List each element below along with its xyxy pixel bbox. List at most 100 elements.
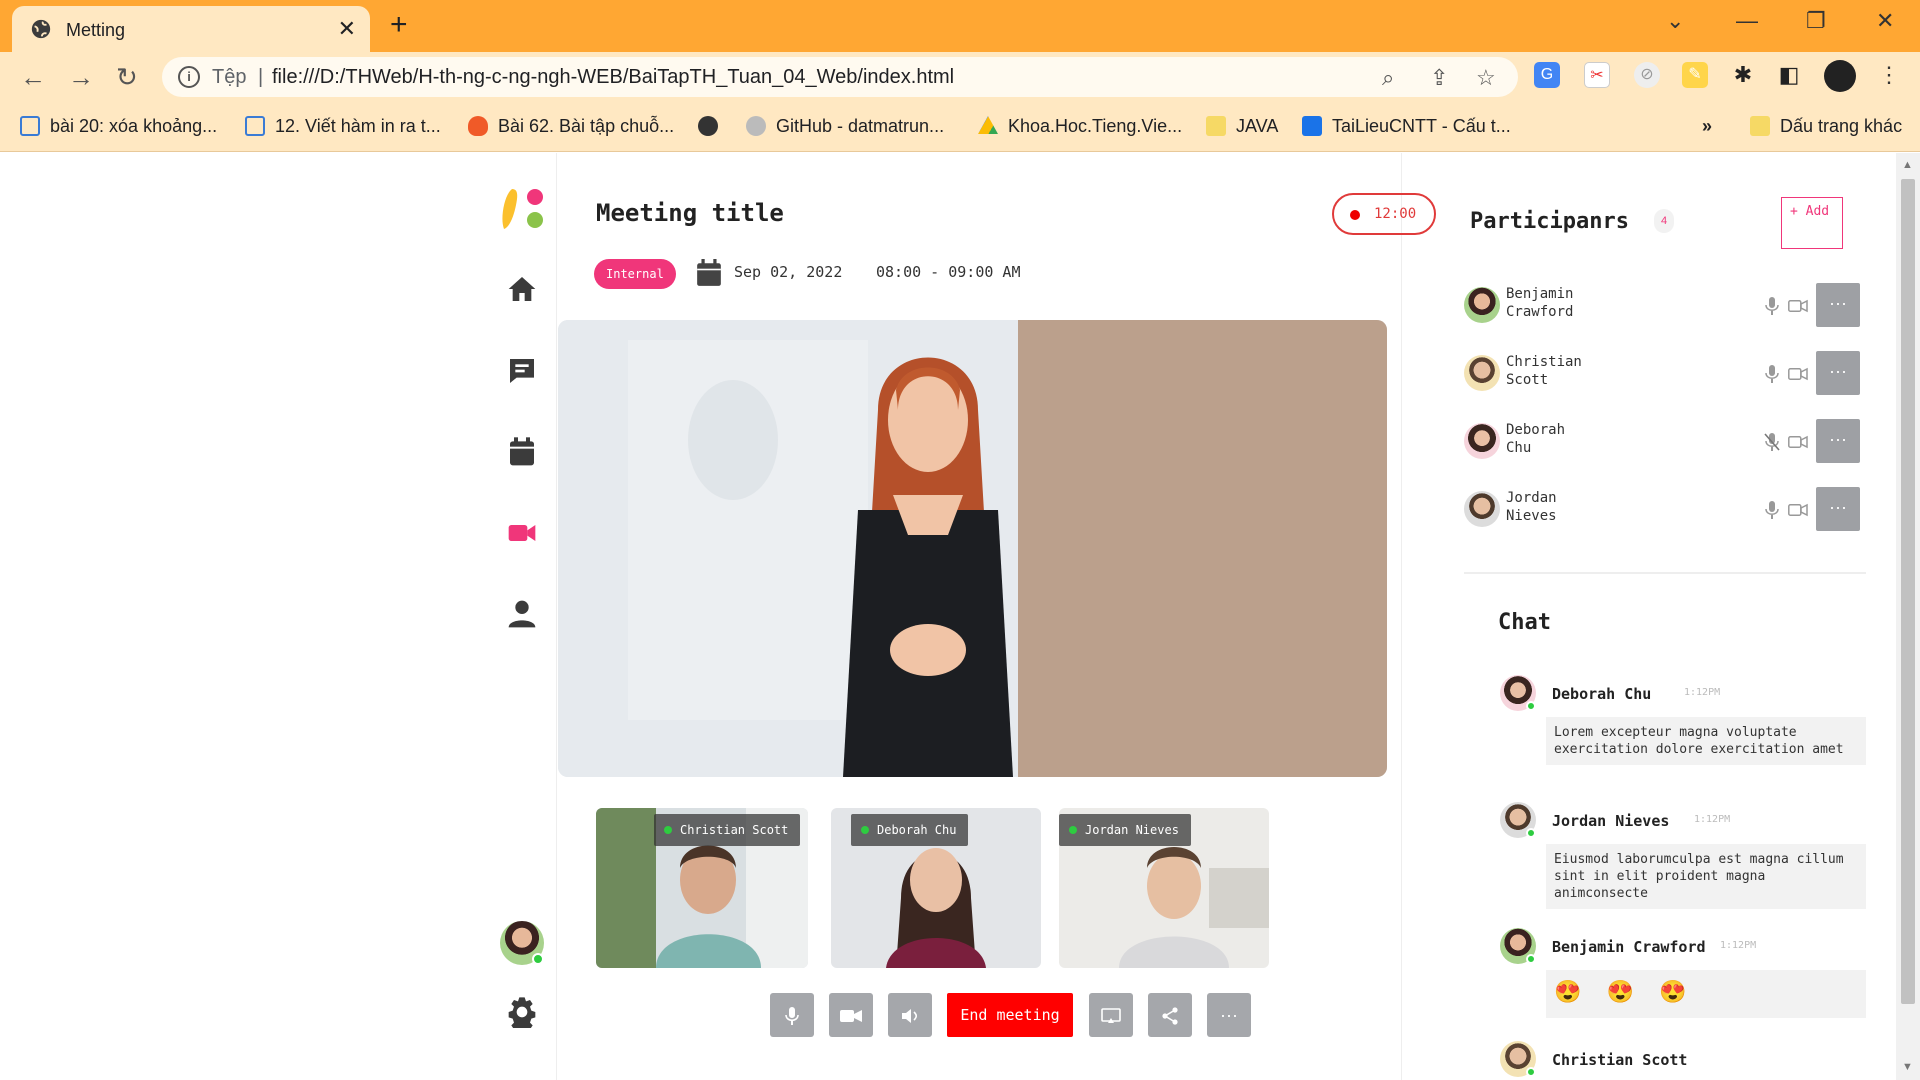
video-camera-icon[interactable] [1788,435,1808,449]
minimize-icon[interactable]: — [1736,8,1758,34]
profile-avatar-icon[interactable] [1824,60,1856,92]
bookmark-item[interactable]: Khoa.Hoc.Tieng.Vie... [978,116,1182,137]
highlighter-extension-icon[interactable]: ✎ [1682,62,1708,88]
bookmark-item[interactable]: 12. Viết hàm in ra t... [245,116,441,137]
info-icon[interactable]: i [178,66,200,88]
bookmark-item[interactable]: JAVA [1206,116,1278,137]
current-user-avatar[interactable] [500,921,544,965]
chat-message: Christian Scott [1500,1041,1866,1080]
tab-close-icon[interactable]: ✕ [338,16,356,42]
avatar [1464,423,1500,459]
folder-icon [1206,116,1226,136]
scroll-thumb[interactable] [1901,179,1915,1004]
meeting-title: Meeting title [596,199,784,227]
browser-tab[interactable]: Metting ✕ [12,6,370,52]
section-divider [1464,572,1866,574]
home-icon[interactable] [506,273,538,305]
online-status-dot [1526,1067,1536,1077]
message-bubble: 😍 😍 😍 [1546,970,1866,1018]
restore-icon[interactable]: ❐ [1806,8,1826,34]
doc-icon [20,116,40,136]
online-status-dot [1526,828,1536,838]
microphone-button[interactable] [770,993,814,1037]
video-camera-icon[interactable] [1788,367,1808,381]
url-text[interactable]: file:///D:/THWeb/H-th-ng-c-ng-ngh-WEB/Ba… [272,66,954,89]
bookmark-item[interactable]: TaiLieuCNTT - Cấu t... [1302,116,1511,137]
microphone-muted-icon[interactable] [1764,433,1780,451]
more-options-button[interactable]: ··· [1207,993,1251,1037]
participant-video-thumb[interactable]: Christian Scott [596,808,808,968]
share-button[interactable] [1148,993,1192,1037]
video-camera-icon[interactable] [1788,503,1808,517]
speaker-icon [902,1009,918,1024]
new-tab-icon[interactable]: + [390,8,408,42]
video-camera-icon[interactable] [1788,299,1808,313]
scheme-label: Tệp [212,66,247,88]
user-icon[interactable] [506,598,538,630]
screen-cast-icon [1101,1008,1121,1024]
record-dot-icon [1350,210,1360,220]
settings-gear-icon[interactable] [506,996,538,1028]
video-icon[interactable] [506,517,538,549]
tab-search-icon[interactable]: ⌄ [1666,8,1684,34]
main-video-feed[interactable] [558,320,1387,777]
tailieu-icon [1302,116,1322,136]
participant-more-button[interactable]: ··· [1816,283,1860,327]
page-scrollbar[interactable]: ▲ ▼ [1896,153,1920,1080]
chat-title: Chat [1498,610,1551,635]
participant-more-button[interactable]: ··· [1816,419,1860,463]
microphone-icon[interactable] [1764,365,1780,383]
participant-video-thumb[interactable]: Jordan Nieves [1059,808,1269,968]
calendar-icon[interactable] [506,436,538,468]
live-dot-icon [1069,826,1077,834]
speaker-button[interactable] [888,993,932,1037]
address-bar[interactable]: i Tệp | file:///D:/THWeb/H-th-ng-c-ng-ng… [162,57,1518,97]
scheme-separator: | [258,66,264,88]
participant-more-button[interactable]: ··· [1816,351,1860,395]
scroll-down-icon[interactable]: ▼ [1902,1061,1913,1073]
more-bookmarks-icon[interactable]: » [1702,116,1712,137]
avatar [1464,355,1500,391]
end-meeting-button[interactable]: End meeting [947,993,1073,1037]
bookmark-item[interactable]: Bài 62. Bài tập chuỗ... [468,116,674,137]
microphone-icon[interactable] [1764,297,1780,315]
screen-share-button[interactable] [1089,993,1133,1037]
participant-video-thumb[interactable]: Deborah Chu [831,808,1041,968]
participant-more-button[interactable]: ··· [1816,487,1860,531]
participant-name-label: Jordan Nieves [1059,814,1191,846]
browser-titlebar: Metting ✕ + ⌄ — ❐ ✕ [0,0,1920,52]
forward-icon[interactable]: → [68,62,94,93]
microphone-icon [785,1007,799,1026]
avatar [1464,287,1500,323]
message-author: Deborah Chu [1552,685,1652,703]
live-dot-icon [861,826,869,834]
message-bubble: Eiusmod laborumculpa est magna cillum si… [1546,844,1866,909]
bookmark-item[interactable]: bài 20: xóa khoảng... [20,116,217,137]
microphone-icon[interactable] [1764,501,1780,519]
bookmark-item[interactable] [698,116,728,137]
browser-menu-icon[interactable]: ⋮ [1876,62,1902,88]
meeting-time: 08:00 - 09:00 AM [876,263,1021,281]
tools-extension-icon[interactable]: ✂ [1584,62,1610,88]
reload-icon[interactable]: ↻ [116,62,138,93]
camera-button[interactable] [829,993,873,1037]
compass-extension-icon[interactable]: ⊘ [1634,62,1660,88]
zoom-icon[interactable]: ⌕ [1382,65,1394,91]
bookmark-item[interactable]: GitHub - datmatrun... [746,116,944,137]
avatar [1500,675,1536,711]
bookmarks-bar: bài 20: xóa khoảng... 12. Viết hàm in ra… [0,102,1920,152]
add-participant-button[interactable]: + Add [1781,197,1843,249]
drive-icon [978,116,998,134]
translate-icon[interactable]: G [1534,62,1560,88]
back-icon[interactable]: ← [20,62,46,93]
other-bookmarks[interactable]: Dấu trang khác [1750,116,1902,137]
scroll-up-icon[interactable]: ▲ [1902,159,1913,171]
chat-icon[interactable] [506,355,538,387]
share-icon[interactable]: ⇪ [1430,65,1448,91]
participant-row: Jordan Nieves ··· [1464,487,1864,535]
extensions-puzzle-icon[interactable]: ✱ [1730,62,1756,88]
close-window-icon[interactable]: ✕ [1876,8,1894,34]
bookmark-star-icon[interactable]: ☆ [1476,65,1496,91]
message-author: Benjamin Crawford [1552,938,1706,956]
side-panel-icon[interactable]: ◧ [1776,62,1802,88]
